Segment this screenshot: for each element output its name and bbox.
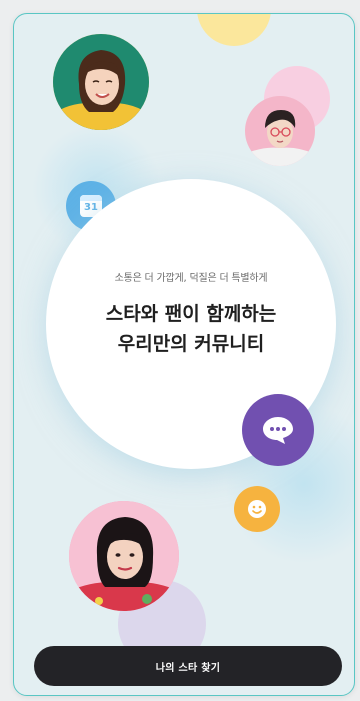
star-avatar bbox=[245, 96, 315, 166]
decorative-yellow-circle bbox=[197, 14, 271, 46]
hero-title: 스타와 팬이 함께하는 우리만의 커뮤니티 bbox=[46, 299, 336, 359]
smile-icon bbox=[234, 486, 280, 532]
chat-bubble-icon bbox=[242, 394, 314, 466]
hero-subtitle: 소통은 더 가깝게, 덕질은 더 특별하게 bbox=[114, 273, 268, 284]
star-avatar bbox=[53, 34, 149, 130]
hero-title-line-1: 스타와 팬이 함께하는 bbox=[105, 303, 277, 325]
find-my-star-button[interactable]: 나의 스타 찾기 bbox=[34, 646, 342, 686]
hero-title-line-2: 우리만의 커뮤니티 bbox=[117, 333, 265, 355]
app-screen: 31 소통은 더 가깝게, 덕질은 더 특별하게 스타와 팬이 함께하는 우리만… bbox=[13, 13, 355, 696]
star-avatar bbox=[69, 501, 179, 611]
